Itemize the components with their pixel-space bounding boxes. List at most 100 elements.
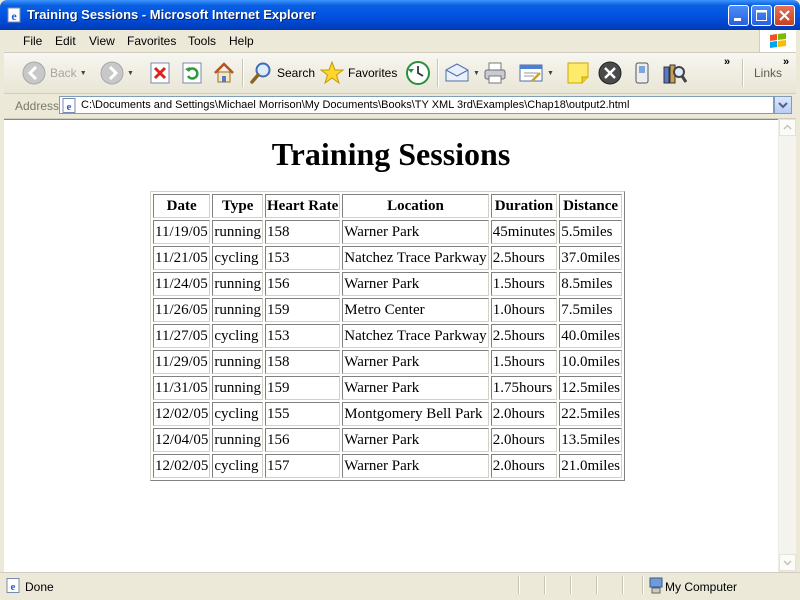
stop-button[interactable]	[149, 59, 171, 87]
cell-heart-rate: 159	[265, 298, 341, 322]
status-pane-divider	[518, 576, 520, 594]
cell-date: 11/19/05	[153, 220, 211, 244]
research-books-icon	[663, 64, 687, 84]
address-url[interactable]: C:\Documents and Settings\Michael Morris…	[81, 99, 629, 111]
cell-location: Warner Park	[342, 272, 489, 296]
cell-location: Montgomery Bell Park	[342, 402, 489, 426]
back-button[interactable]: Back ▼	[22, 59, 87, 87]
status-pane-divider	[544, 576, 546, 594]
mail-dropdown-icon[interactable]: ▼	[473, 70, 480, 77]
table-row: 11/27/05 cycling 153 Natchez Trace Parkw…	[153, 324, 622, 348]
history-button[interactable]	[405, 59, 431, 87]
vertical-scrollbar[interactable]	[778, 119, 796, 571]
back-dropdown-icon[interactable]: ▼	[80, 70, 87, 77]
links-chevron-icon[interactable]: »	[783, 55, 789, 69]
cell-type: running	[212, 298, 264, 322]
header-location: Location	[342, 194, 489, 218]
back-arrow-icon	[22, 61, 46, 85]
favorites-button[interactable]: Favorites	[320, 59, 397, 87]
cell-type: cycling	[212, 324, 264, 348]
scroll-down-arrow-icon	[783, 560, 792, 566]
cell-duration: 2.0hours	[490, 402, 558, 426]
cell-type: cycling	[212, 246, 264, 270]
discuss-button[interactable]	[566, 59, 590, 87]
cell-duration: 1.5hours	[490, 272, 558, 296]
svg-text:e: e	[11, 9, 17, 23]
menu-view[interactable]: View	[89, 34, 115, 48]
forward-arrow-icon	[100, 61, 124, 85]
edit-button[interactable]: ▼	[518, 59, 554, 87]
cell-heart-rate: 155	[265, 402, 341, 426]
windows-logo	[759, 30, 796, 52]
home-icon	[214, 62, 234, 83]
training-sessions-table: Date Type Heart Rate Location Duration D…	[150, 191, 625, 481]
edit-dropdown-icon[interactable]: ▼	[547, 70, 554, 77]
header-duration: Duration	[490, 194, 558, 218]
status-text: Done	[25, 580, 54, 594]
forward-dropdown-icon[interactable]: ▼	[127, 70, 134, 77]
menu-edit[interactable]: Edit	[55, 34, 76, 48]
cell-distance: 37.0miles	[559, 246, 622, 270]
cell-date: 11/27/05	[153, 324, 211, 348]
close-window-button[interactable]	[774, 5, 795, 26]
cell-distance: 21.0miles	[559, 454, 622, 478]
block-x-icon	[598, 61, 622, 85]
scroll-up-button[interactable]	[779, 119, 796, 136]
menu-tools[interactable]: Tools	[188, 34, 216, 48]
edit-page-icon	[519, 64, 543, 82]
scroll-down-button[interactable]	[779, 554, 796, 571]
toolbar-chevron-icon[interactable]: »	[724, 55, 730, 69]
menu-file[interactable]: File	[23, 34, 42, 48]
mail-button[interactable]: ▼	[444, 59, 480, 87]
messenger-button[interactable]	[632, 59, 652, 87]
cell-duration: 2.5hours	[490, 246, 558, 270]
cell-distance: 7.5miles	[559, 298, 622, 322]
cell-date: 12/02/05	[153, 454, 211, 478]
mail-icon	[445, 63, 469, 82]
svg-text:e: e	[11, 581, 16, 593]
scroll-up-arrow-icon	[783, 124, 792, 130]
address-dropdown-button[interactable]	[774, 96, 792, 114]
cell-location: Natchez Trace Parkway	[342, 246, 489, 270]
minimize-button[interactable]	[728, 5, 749, 26]
phone-icon	[635, 62, 649, 84]
search-icon	[250, 62, 271, 84]
address-label: Address	[15, 99, 60, 113]
ie-document-icon: e	[7, 7, 21, 23]
refresh-icon	[182, 62, 202, 84]
links-label: Links	[754, 66, 783, 80]
svg-text:e: e	[67, 101, 72, 113]
status-pane-divider	[642, 576, 644, 594]
table-row: 12/02/05 cycling 155 Montgomery Bell Par…	[153, 402, 622, 426]
table-row: 11/31/05 running 159 Warner Park 1.75hou…	[153, 376, 622, 400]
print-button[interactable]	[483, 59, 507, 87]
cell-type: cycling	[212, 454, 264, 478]
cell-date: 11/31/05	[153, 376, 211, 400]
links-button[interactable]: Links	[750, 59, 782, 87]
windows-flag-icon	[770, 33, 786, 48]
research-button[interactable]	[661, 59, 687, 87]
cell-duration: 1.0hours	[490, 298, 558, 322]
menu-bar: File Edit View Favorites Tools Help	[4, 30, 796, 53]
page-content: Training Sessions Date Type Heart Rate L…	[4, 119, 778, 572]
home-button[interactable]	[212, 59, 236, 87]
cell-type: running	[212, 220, 264, 244]
cell-heart-rate: 153	[265, 324, 341, 348]
cell-location: Metro Center	[342, 298, 489, 322]
refresh-button[interactable]	[181, 59, 203, 87]
header-distance: Distance	[559, 194, 622, 218]
forward-button[interactable]: ▼	[100, 59, 134, 87]
search-button[interactable]: Search	[249, 59, 315, 87]
menu-help[interactable]: Help	[229, 34, 254, 48]
cell-distance: 22.5miles	[559, 402, 622, 426]
menu-favorites[interactable]: Favorites	[127, 34, 176, 48]
cell-date: 12/04/05	[153, 428, 211, 452]
address-field[interactable]: e C:\Documents and Settings\Michael Morr…	[59, 96, 774, 114]
blocked-content-button[interactable]	[598, 59, 622, 87]
cell-location: Natchez Trace Parkway	[342, 324, 489, 348]
toolbar-separator	[742, 59, 744, 87]
table-row: 12/02/05 cycling 157 Warner Park 2.0hour…	[153, 454, 622, 478]
favorites-star-icon	[320, 61, 344, 85]
close-icon	[779, 10, 790, 21]
maximize-button[interactable]	[751, 5, 772, 26]
